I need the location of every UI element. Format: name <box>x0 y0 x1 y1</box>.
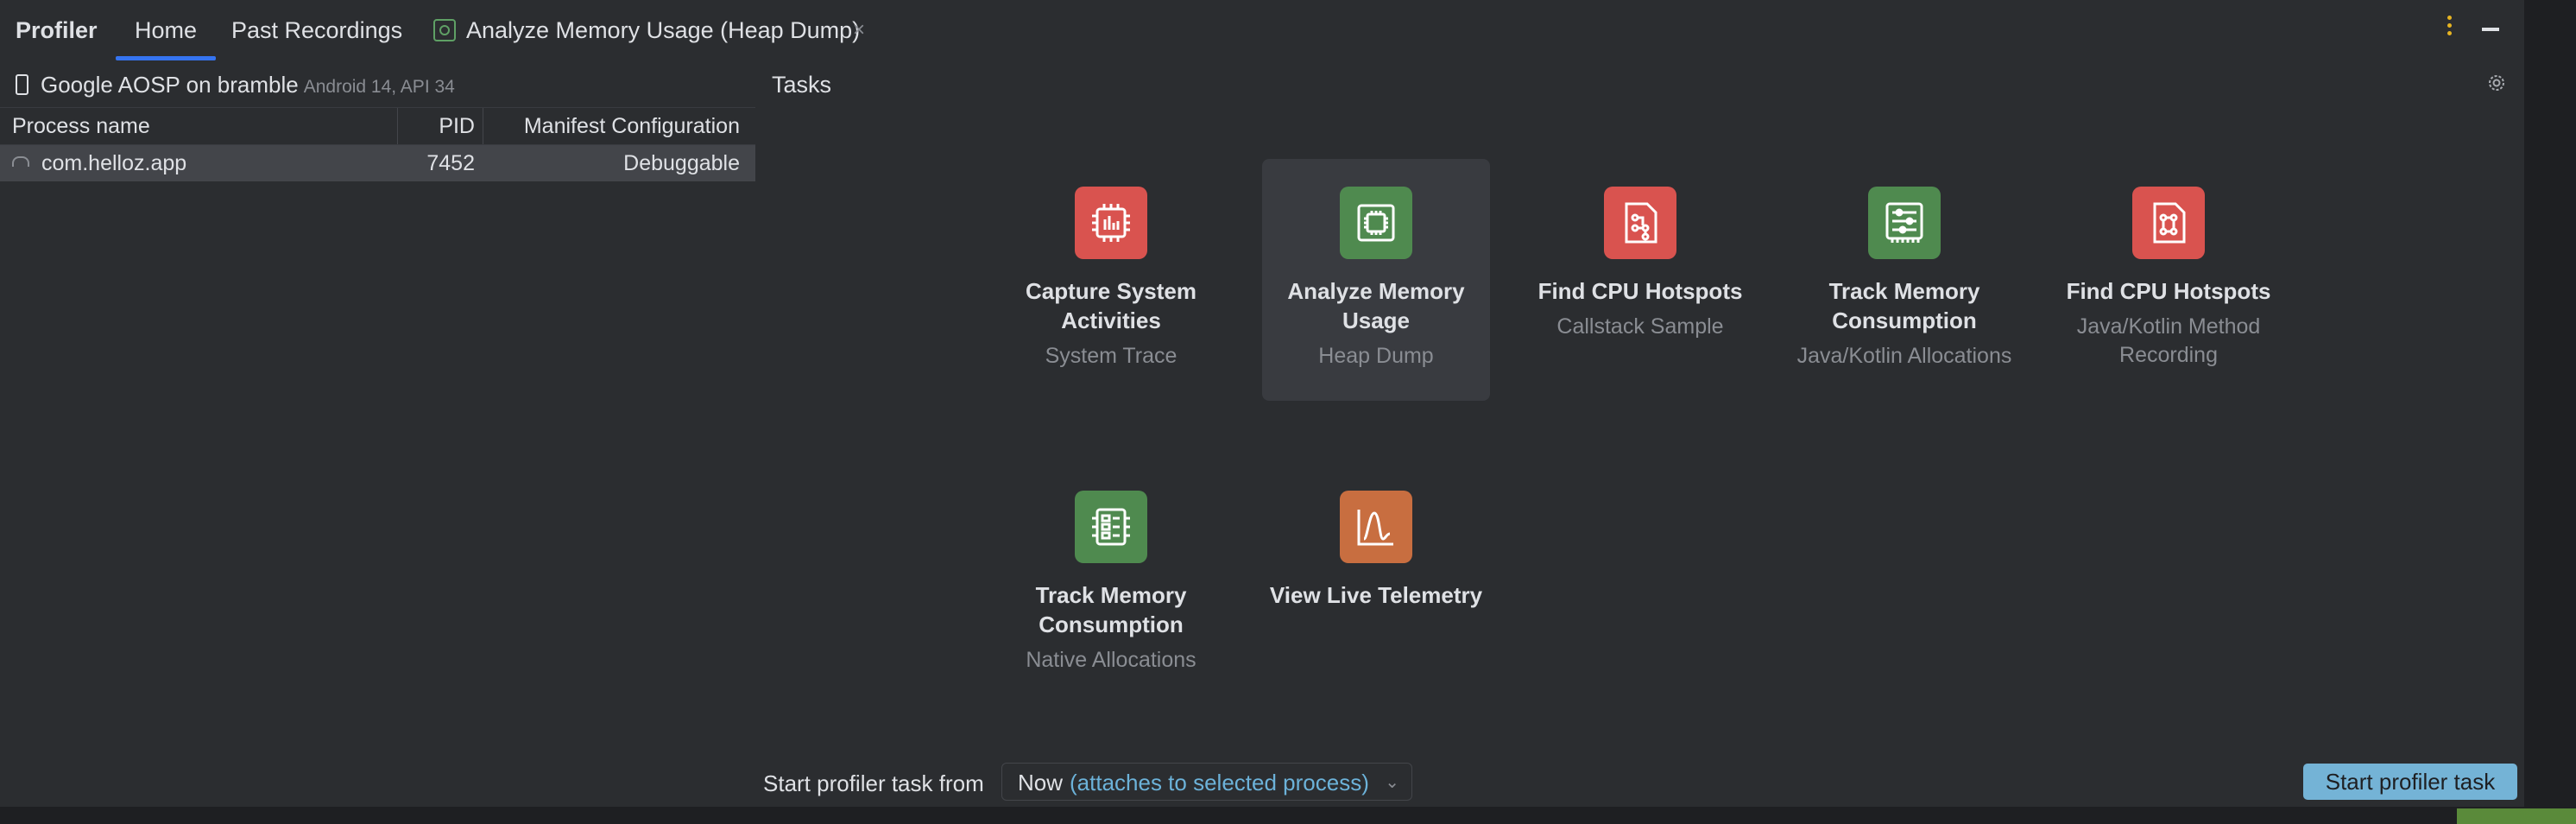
task-view-live-telemetry[interactable]: View Live Telemetry <box>1262 463 1490 696</box>
task-title: Analyze Memory Usage <box>1287 278 1465 333</box>
task-title: Find CPU Hotspots <box>2066 278 2271 304</box>
allocations-icon <box>1868 187 1941 259</box>
start-profiler-task-button[interactable]: Start profiler task <box>2303 764 2517 800</box>
task-subtitle: Heap Dump <box>1318 344 1434 368</box>
pid-cell: 7452 <box>426 151 475 175</box>
dropdown-value: Now <box>1018 770 1064 795</box>
task-title: View Live Telemetry <box>1269 582 1483 608</box>
process-name: com.helloz.app <box>41 151 187 175</box>
dropdown-hint: (attaches to selected process) <box>1070 770 1369 795</box>
process-table-header: Process name PID Manifest Configuration <box>0 107 755 145</box>
task-find-cpu-hotspots-callstack[interactable]: Find CPU Hotspots Callstack Sample <box>1526 159 1754 401</box>
device-os: Android 14, API 34 <box>303 77 455 97</box>
task-title: Track Memory Consumption <box>1035 582 1187 637</box>
task-subtitle: Native Allocations <box>1026 648 1196 672</box>
method-recording-icon <box>2132 187 2205 259</box>
task-analyze-memory-usage[interactable]: Analyze Memory Usage Heap Dump <box>1262 159 1490 401</box>
task-title: Capture System Activities <box>1026 278 1196 333</box>
heap-dump-icon <box>433 19 456 41</box>
android-icon <box>12 156 29 167</box>
settings-gear-icon[interactable] <box>2486 73 2507 93</box>
task-track-memory-native[interactable]: Track Memory Consumption Native Allocati… <box>997 463 1225 696</box>
start-task-from-label: Start profiler task from <box>763 770 984 796</box>
tab-past-recordings[interactable]: Past Recordings <box>231 0 402 60</box>
tab-heap-dump[interactable]: Analyze Memory Usage (Heap Dump) <box>433 0 860 60</box>
task-title: Find CPU Hotspots <box>1537 278 1743 304</box>
start-from-dropdown[interactable]: Now (attaches to selected process) ⌄ <box>1001 763 1412 801</box>
chevron-down-icon: ⌄ <box>1385 773 1399 792</box>
process-table: Process name PID Manifest Configuration … <box>0 107 755 181</box>
phone-icon <box>16 74 28 95</box>
tool-window-header: Profiler Home Past Recordings Analyze Me… <box>0 0 2576 60</box>
table-row[interactable]: com.helloz.app 7452 Debuggable <box>0 145 755 181</box>
callstack-icon <box>1604 187 1676 259</box>
tab-heap-dump-label: Analyze Memory Usage (Heap Dump) <box>466 17 861 43</box>
cpu-trace-icon <box>1075 187 1147 259</box>
close-tab-icon[interactable]: × <box>853 0 865 60</box>
tab-home[interactable]: Home <box>115 0 217 60</box>
header-pid[interactable]: PID <box>397 108 475 144</box>
task-subtitle: Callstack Sample <box>1556 314 1724 339</box>
more-options-icon[interactable] <box>2447 16 2453 41</box>
process-name-cell: com.helloz.app <box>12 145 186 181</box>
header-process-name[interactable]: Process name <box>12 108 150 144</box>
task-title: Track Memory Consumption <box>1828 278 1980 333</box>
device-selector[interactable]: Google AOSP on bramble Android 14, API 34 <box>16 67 455 102</box>
task-subtitle: Java/Kotlin Method Recording <box>2076 314 2261 367</box>
minimize-icon[interactable] <box>2482 28 2499 31</box>
task-subtitle: System Trace <box>1045 344 1178 368</box>
task-track-memory-java-kotlin[interactable]: Track Memory Consumption Java/Kotlin All… <box>1790 159 2018 418</box>
task-find-cpu-hotspots-method[interactable]: Find CPU Hotspots Java/Kotlin Method Rec… <box>2055 159 2282 401</box>
task-subtitle: Java/Kotlin Allocations <box>1796 344 2012 368</box>
header-manifest-config[interactable]: Manifest Configuration <box>483 108 740 144</box>
telemetry-icon <box>1340 491 1412 563</box>
status-bar <box>0 807 2524 824</box>
native-allocations-icon <box>1075 491 1147 563</box>
tasks-title: Tasks <box>772 72 832 98</box>
status-indicator <box>2457 808 2576 824</box>
profiler-title: Profiler <box>16 17 98 43</box>
device-name: Google AOSP on bramble <box>41 72 299 98</box>
right-tool-strip <box>2524 0 2576 824</box>
config-cell: Debuggable <box>623 151 740 175</box>
task-capture-system-activities[interactable]: Capture System Activities System Trace <box>997 159 1225 401</box>
memory-chip-icon <box>1340 187 1412 259</box>
